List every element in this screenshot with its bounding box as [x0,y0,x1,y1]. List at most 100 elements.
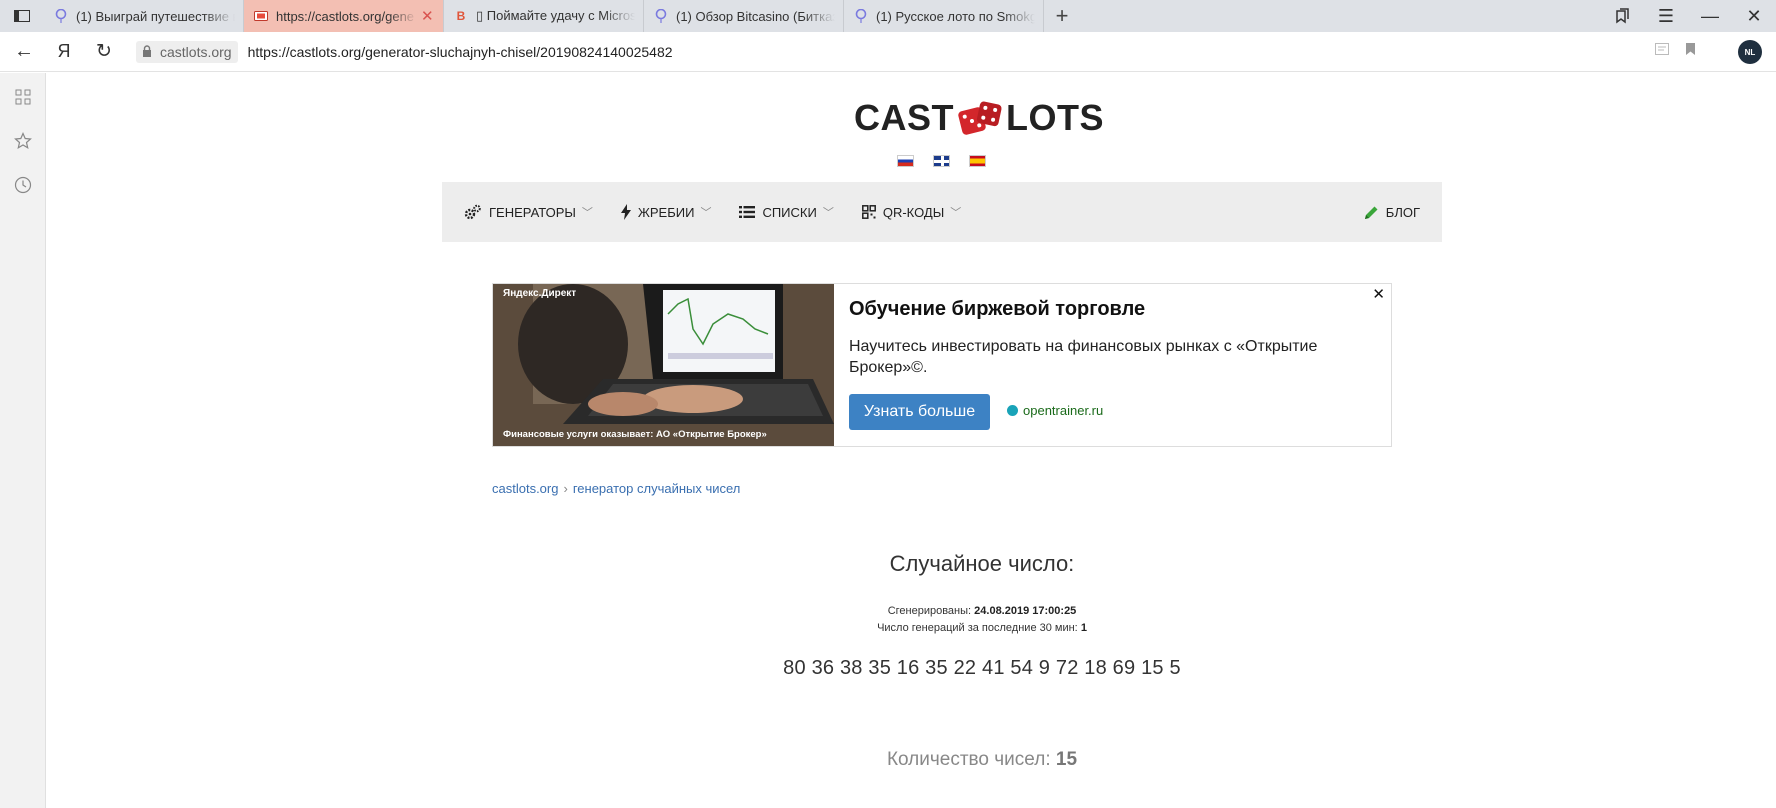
reload-icon: ↻ [96,41,112,62]
clock-icon [14,176,32,194]
site-logo[interactable]: CAST LOTS [829,97,1129,139]
lock-icon [142,44,152,60]
tab-title: (1) Выиграй путешествие в [76,8,235,24]
generations-count: Число генераций за последние 30 мин: 1 [792,620,1172,637]
language-switcher [897,155,986,167]
ad-banner[interactable]: Яндекс.Директ Финансовые услуги оказывае… [492,283,1392,447]
numbers-quantity: Количество чисел: 15 [792,749,1172,771]
nav-label: ГЕНЕРАТОРЫ [489,204,576,220]
nav-label: QR-КОДЫ [882,204,945,220]
result-title: Случайное число: [889,551,1075,576]
browser-tab-4[interactable]: (1) Обзор Bitcasino (Битказ [644,0,844,32]
flag-ru-icon[interactable] [897,155,914,167]
nav-item-generators[interactable]: ГЕНЕРАТОРЫ ﹀ [464,204,593,220]
chevron-down-icon: ﹀ [950,207,962,219]
host-chip-label: castlots.org [160,44,232,60]
list-icon [739,206,756,218]
site-info-chip[interactable]: castlots.org [136,41,238,63]
qr-code-icon [861,205,876,219]
sidebar-item-favorites[interactable] [0,119,46,163]
address-bar: ← Я ↻ castlots.org https://castlots.org/… [0,32,1776,72]
generations-count-label: Число генераций за последние 30 мин: [877,622,1078,634]
chevron-down-icon: ﹀ [822,207,834,219]
nav-label: ЖРЕБИИ [637,204,695,220]
nav-item-draws[interactable]: ЖРЕБИИ ﹀ [620,204,712,220]
url-text: https://castlots.org/generator-sluchajny… [247,44,673,60]
new-tab-button[interactable]: + [1044,0,1080,32]
star-icon [14,132,32,150]
web-page: CAST LOTS ГЕНЕРАТОРЫ ﹀ ЖРЕБИИ ﹀ СПИСКИ ﹀ [47,73,1776,808]
browser-tab-3[interactable]: B ▯ Поймайте удачу с Micros [444,0,644,32]
yandex-logo-icon: Я [57,41,71,61]
back-button[interactable]: ← [4,32,44,72]
minimize-icon: — [1701,5,1719,26]
ad-source-label: Яндекс.Директ [503,288,577,299]
chevron-down-icon: ﹀ [700,207,712,219]
ad-domain-link[interactable]: opentrainer.ru [1007,403,1103,418]
chevron-right-icon: › [563,481,568,496]
reader-mode-icon[interactable] [1655,42,1669,61]
ad-text: Научитесь инвестировать на финансовых ры… [849,338,1318,376]
quantity-label: Количество чисел: [886,749,1051,770]
sidebar-item-services[interactable] [0,75,46,119]
browser-tab-5[interactable]: (1) Русское лото по Smokg [844,0,1044,32]
tab-title: (1) Обзор Bitcasino (Битказ [676,8,835,24]
breadcrumb-current-link[interactable]: генератор случайных чисел [573,481,741,496]
extension-icon[interactable]: NL [1738,40,1762,64]
dice-icon [956,99,1004,137]
main-navigation: ГЕНЕРАТОРЫ ﹀ ЖРЕБИИ ﹀ СПИСКИ ﹀ QR-КОДЫ ﹀… [442,182,1442,242]
gears-icon [464,204,481,220]
chevron-down-icon: ﹀ [581,207,593,219]
ad-learn-more-button[interactable]: Узнать больше [849,394,990,430]
b-favicon-icon: B [456,9,466,23]
browser-tabbar: (1) Выиграй путешествие в https://castlo… [0,0,1776,32]
generations-count-value: 1 [1080,622,1087,634]
tab-close-icon[interactable]: ✕ [421,7,435,25]
flag-es-icon[interactable] [969,155,986,167]
reload-button[interactable]: ↻ [84,32,124,72]
bookmark-icon[interactable] [1685,42,1696,61]
browser-tab-1[interactable]: (1) Выиграй путешествие в [44,0,244,32]
grid-icon [15,89,31,105]
balloon-icon [54,9,68,23]
collections-button[interactable] [1600,0,1644,32]
tab-title: ▯ Поймайте удачу с Micros [476,8,635,23]
quantity-value: 15 [1055,749,1078,770]
nav-label: БЛОГ [1385,204,1420,220]
minimize-button[interactable]: — [1688,0,1732,32]
url-actions [1655,42,1696,61]
nav-item-qr[interactable]: QR-КОДЫ ﹀ [861,204,962,220]
ad-domain-label: opentrainer.ru [1023,403,1104,418]
nav-item-lists[interactable]: СПИСКИ ﹀ [739,204,834,220]
breadcrumb: castlots.org › генератор случайных чисел [492,481,740,496]
globe-icon [1007,405,1018,416]
yandex-button[interactable]: Я [44,32,84,72]
balloon-icon [854,9,868,23]
close-window-button[interactable]: ✕ [1732,0,1776,32]
sidebar-item-history[interactable] [0,163,46,207]
bookmarks-collection-icon [1616,8,1629,24]
logo-text-left: CAST [854,97,954,138]
ad-title[interactable]: Обучение биржевой торговле [849,298,1145,321]
pencil-icon [1364,206,1378,219]
flag-gb-icon[interactable] [933,155,950,167]
menu-button[interactable]: ☰ [1644,0,1688,32]
nav-item-blog[interactable]: БЛОГ [1364,205,1420,220]
ad-close-icon[interactable]: ✕ [1372,285,1385,303]
hamburger-icon: ☰ [1657,5,1675,26]
ad-disclaimer: Финансовые услуги оказывает: АО «Открыти… [503,429,767,440]
browser-tab-2-active[interactable]: https://castlots.org/gene ✕ [244,0,444,32]
plus-icon: + [1055,3,1069,28]
generated-label: Сгенерированы: [887,605,972,617]
generated-value: 24.08.2019 17:00:25 [974,605,1077,617]
tab-title: https://castlots.org/gene [276,8,415,24]
arrow-left-icon: ← [14,40,34,62]
ad-image[interactable]: Яндекс.Директ Финансовые услуги оказывае… [493,284,834,446]
breadcrumb-home-link[interactable]: castlots.org [492,481,558,496]
random-numbers: 80 36 38 35 16 35 22 41 54 9 72 18 69 15… [783,657,1181,679]
url-field[interactable]: castlots.org https://castlots.org/genera… [136,38,1696,66]
tabs-panel-button[interactable] [0,0,44,32]
nav-label: СПИСКИ [762,204,817,220]
ad-laptop-illustration [493,284,834,446]
lightning-icon [620,204,631,220]
